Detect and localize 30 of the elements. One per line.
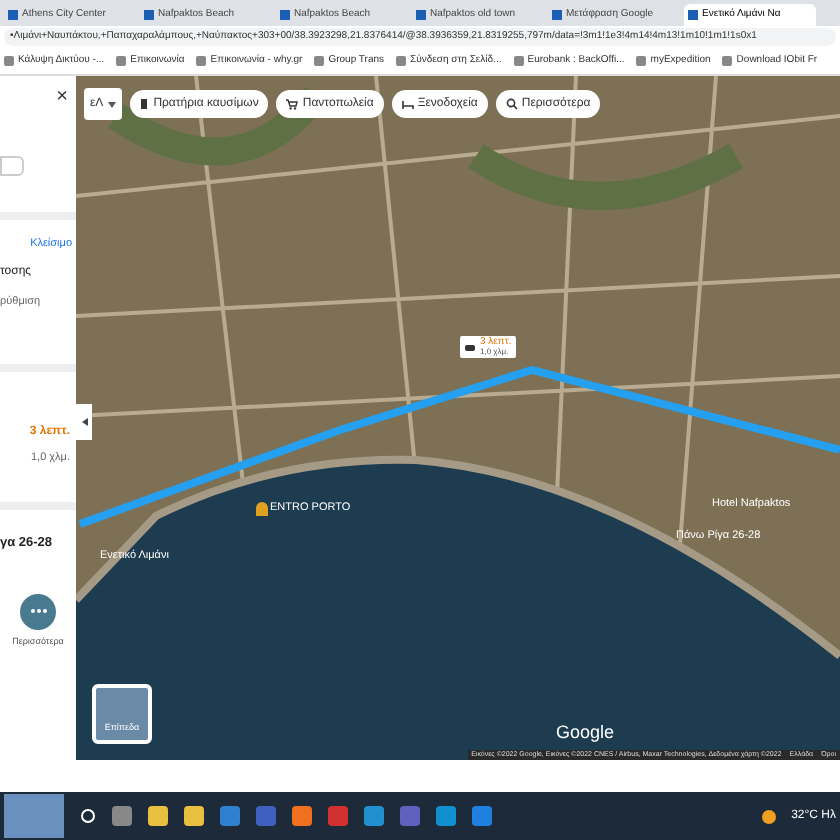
cart-icon (286, 98, 299, 110)
site-icon (8, 10, 18, 20)
site-icon (552, 10, 562, 20)
bookmark-icon (4, 56, 14, 66)
search-icon[interactable] (80, 808, 96, 824)
google-logo: Google (556, 720, 615, 746)
bookmark-icon (722, 56, 733, 66)
bookmark-icon (196, 56, 207, 66)
bookmark-icon (513, 56, 524, 66)
collapse-panel-button[interactable] (76, 404, 92, 440)
more-button[interactable] (20, 593, 56, 629)
search-icon (505, 98, 518, 110)
dots-icon (29, 608, 47, 614)
caret-left-icon (81, 418, 87, 426)
bookmark-icon (636, 56, 647, 66)
bed-icon (401, 99, 414, 109)
site-icon (688, 10, 698, 20)
bookmark-icon (314, 56, 325, 66)
satellite-map[interactable] (76, 76, 840, 760)
bookmark-icon (116, 56, 127, 66)
site-icon (144, 10, 154, 20)
car-icon (464, 341, 476, 353)
site-icon (280, 10, 290, 20)
caret-icon (107, 101, 116, 107)
bookmark-icon (396, 56, 407, 66)
sun-icon (761, 809, 776, 823)
site-icon (416, 10, 426, 20)
close-button[interactable]: × (56, 88, 68, 108)
field-outline (0, 156, 24, 176)
start-tile[interactable] (4, 794, 64, 838)
